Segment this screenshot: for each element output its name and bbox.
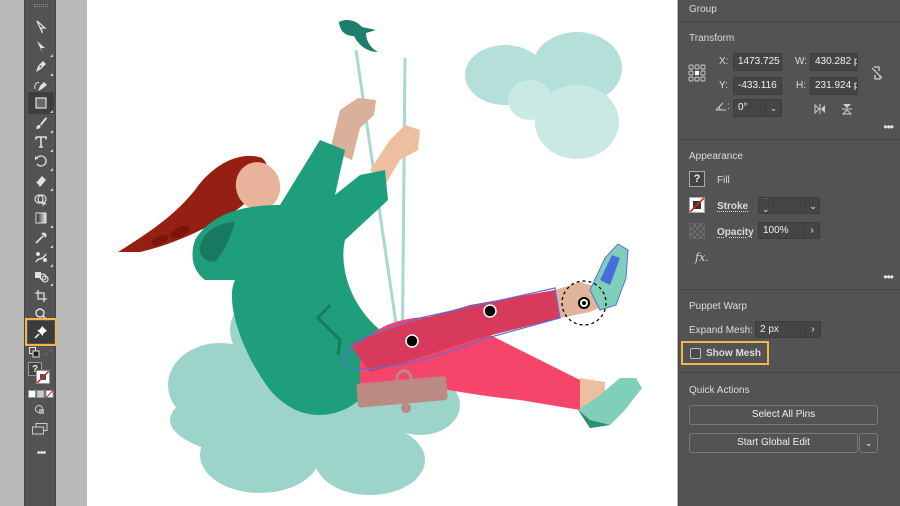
rectangle-tool[interactable] [28, 92, 54, 114]
group-section: Group [679, 0, 900, 22]
pin-icon [34, 326, 47, 339]
constrain-proportions-icon[interactable] [870, 64, 884, 82]
start-global-edit-button[interactable]: Start Global Edit [689, 433, 858, 453]
selection-tool[interactable] [28, 16, 54, 38]
pen-icon [36, 61, 46, 72]
w-label: W: [795, 56, 808, 67]
chevron-down-icon: ⌄ [769, 102, 778, 113]
selection-arrow-icon [36, 20, 47, 34]
rectangle-icon [35, 97, 47, 109]
x-label: X: [719, 56, 729, 67]
reference-point-icon[interactable] [688, 64, 706, 82]
stroke-swatch[interactable] [36, 370, 50, 384]
artboard-icon [35, 290, 47, 302]
transform-section: Transform X: 1473.725 W: 430.282 p Y: -4… [679, 22, 900, 140]
angle-dropdown[interactable]: ⌄ [765, 100, 781, 116]
puppet-pin[interactable] [405, 334, 419, 348]
fill-label: Fill [717, 175, 730, 186]
direct-selection-icon [37, 41, 45, 53]
angle-label: : [727, 101, 730, 112]
stroke-stepper-icon[interactable]: ⌃ ⌄ [762, 198, 770, 213]
artwork[interactable] [87, 0, 677, 506]
toolbar-grip[interactable] [34, 4, 48, 7]
expand-mesh-label: Expand Mesh: [689, 325, 753, 336]
puppet-pin[interactable] [483, 304, 497, 318]
bird [339, 19, 378, 53]
opacity-value: 100% [763, 225, 789, 236]
chevron-right-icon[interactable]: › [805, 322, 820, 337]
symbol-sprayer-icon [35, 272, 49, 283]
screen-mode-icon[interactable] [31, 422, 49, 436]
puppet-warp-tool[interactable] [25, 318, 57, 346]
properties-panel: Group Transform X: 1473.725 W: 430.282 p [678, 0, 900, 506]
gradient-icon [35, 212, 47, 224]
blend-icon [35, 252, 47, 263]
height-input[interactable]: 231.924 p [810, 77, 858, 95]
stroke-weight-input[interactable]: ⌃ ⌄ ⌄ [758, 197, 820, 214]
flip-vertical-icon[interactable] [840, 102, 854, 116]
cloud-upper [465, 32, 622, 159]
fill-unknown-icon: ? [693, 173, 701, 185]
opacity-input[interactable]: 100% › [758, 222, 820, 239]
curvature-pen-icon [34, 82, 47, 91]
stroke-none-icon [689, 197, 705, 213]
color-mode-buttons[interactable] [28, 390, 54, 398]
artboard[interactable] [87, 0, 677, 506]
stroke-swatch[interactable] [689, 197, 705, 213]
illustrator-window: ⤢ ? ••• Group Transform X: 1473.725 W: 4… [0, 0, 900, 506]
eyedropper-icon [35, 232, 47, 244]
select-all-pins-button[interactable]: Select All Pins [689, 405, 878, 425]
chevron-right-icon[interactable]: › [804, 223, 819, 238]
appearance-more-options[interactable]: ••• [883, 270, 894, 284]
shape-builder-icon [34, 194, 47, 207]
selection-type-label: Group [689, 4, 717, 15]
stroke-weight-value [773, 198, 803, 213]
width-input[interactable]: 430.282 p [810, 53, 858, 71]
h-label: H: [796, 80, 806, 91]
transform-more-options[interactable]: ••• [883, 120, 894, 134]
edit-toolbar-button[interactable]: ••• [28, 447, 54, 459]
expand-mesh-value: 2 px [760, 324, 779, 335]
stroke-none-icon [36, 370, 50, 384]
show-mesh-label[interactable]: Show Mesh [706, 348, 761, 359]
chevron-down-icon[interactable]: ⌄ [805, 198, 819, 213]
default-fill-stroke-icon[interactable] [28, 346, 40, 358]
expand-mesh-input[interactable]: 2 px › [755, 321, 821, 338]
quick-actions-title: Quick Actions [689, 385, 750, 396]
rotate-tool[interactable] [28, 150, 54, 172]
drawing-modes-icon[interactable] [33, 404, 47, 416]
gradient-tool[interactable] [28, 207, 54, 229]
x-input[interactable]: 1473.725 [733, 53, 782, 71]
fx-icon[interactable]: fx. [695, 251, 709, 264]
more-icon: ••• [36, 447, 47, 459]
show-mesh-checkbox[interactable] [690, 348, 701, 359]
global-edit-dropdown[interactable]: ⌄ [859, 433, 878, 453]
quick-actions-section: Quick Actions Select All Pins Start Glob… [679, 374, 900, 464]
chevron-down-icon: ⌄ [864, 438, 873, 448]
rotate-icon [35, 155, 47, 167]
transform-title: Transform [689, 33, 735, 44]
paintbrush-icon [36, 117, 47, 129]
fill-swatch[interactable]: ? [689, 171, 705, 187]
opacity-icon [689, 223, 705, 239]
y-label: Y: [719, 80, 728, 91]
stroke-label[interactable]: Stroke [717, 201, 748, 212]
flip-horizontal-icon[interactable] [813, 102, 827, 116]
swap-fill-stroke-icon[interactable]: ⤢ [42, 346, 54, 358]
appearance-title: Appearance [689, 151, 743, 162]
angle-value: 0° [738, 102, 748, 113]
tools-panel: ⤢ ? ••• [24, 0, 57, 506]
puppet-warp-title: Puppet Warp [689, 301, 747, 312]
angle-icon [715, 100, 727, 112]
appearance-section: Appearance ? Fill Stroke ⌃ ⌄ ⌄ Opacity 10… [679, 140, 900, 290]
y-input[interactable]: -433.116 [733, 77, 782, 95]
zoom-icon [35, 308, 48, 321]
eraser-icon [35, 176, 46, 187]
symbol-sprayer-tool[interactable] [28, 265, 54, 287]
opacity-label[interactable]: Opacity [717, 227, 754, 238]
type-icon [35, 136, 47, 148]
